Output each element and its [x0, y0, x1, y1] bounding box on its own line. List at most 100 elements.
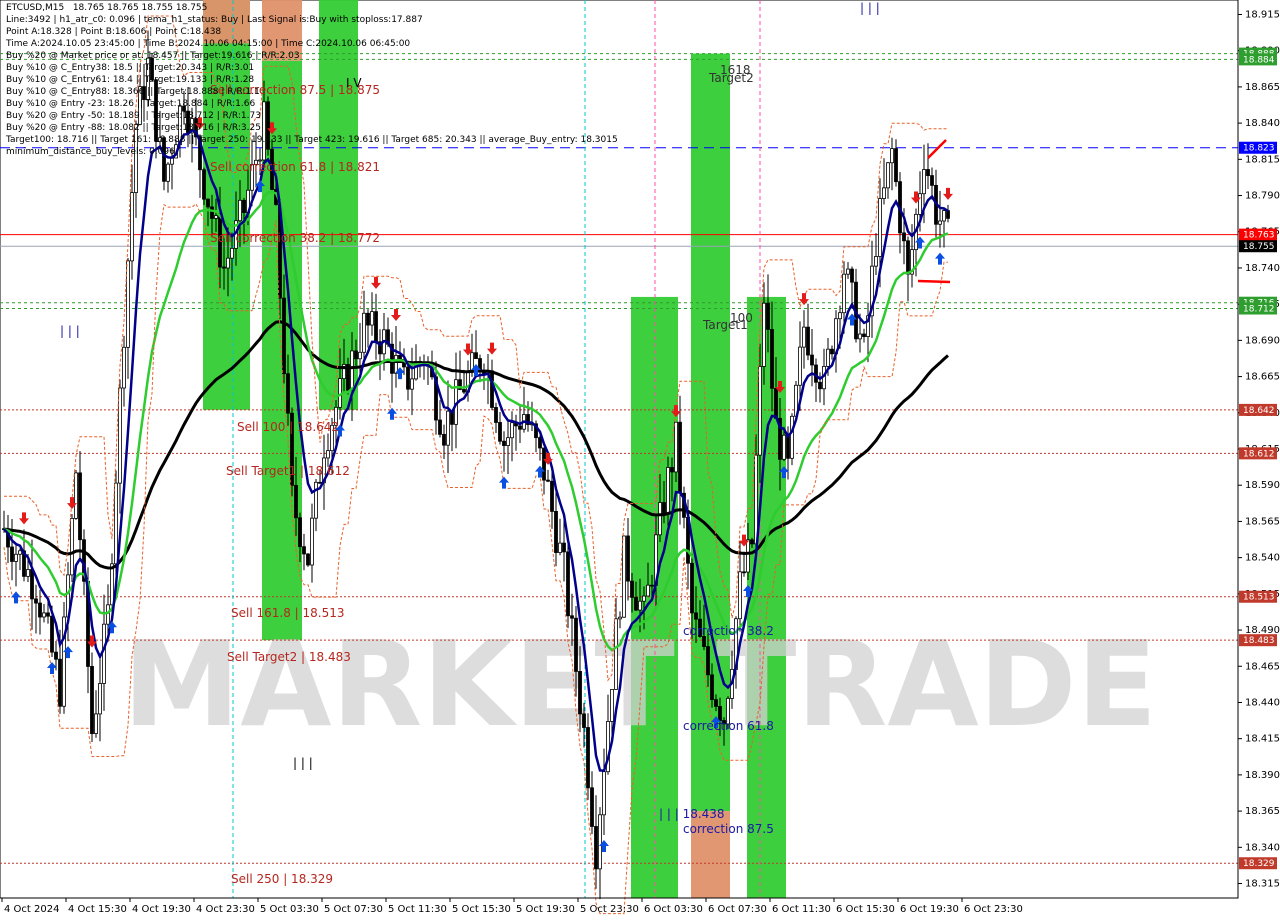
- candle-body: [306, 553, 310, 566]
- y-tick-label: 18.440: [1245, 697, 1280, 708]
- candle-body: [502, 440, 506, 446]
- candle-body: [438, 419, 442, 435]
- candle-body: [242, 199, 246, 214]
- candle-body: [518, 425, 522, 430]
- candle-body: [58, 658, 62, 707]
- candle-body: [94, 713, 98, 734]
- y-tick-label: 18.415: [1245, 734, 1280, 745]
- candle-body: [826, 348, 830, 367]
- candle-body: [770, 329, 774, 389]
- price-tag-label: 18.712: [1243, 305, 1275, 315]
- candle-body: [558, 542, 562, 553]
- candle-body: [790, 415, 794, 459]
- y-tick-label: 18.740: [1245, 263, 1280, 274]
- candle-body: [786, 434, 790, 459]
- candle-body: [774, 387, 778, 419]
- candle-body: [490, 370, 494, 408]
- candle-body: [210, 206, 214, 219]
- candle-body: [810, 354, 814, 366]
- y-tick-label: 18.590: [1245, 480, 1280, 491]
- candle-body: [926, 169, 930, 176]
- candle-body: [494, 407, 498, 423]
- price-tag-label: 18.755: [1243, 242, 1275, 252]
- level-label: | | |: [860, 1, 880, 15]
- level-label: Sell Target1 | 18.612: [226, 464, 350, 478]
- x-tick-label: 5 Oct 03:30: [260, 904, 319, 915]
- x-tick-label: 6 Oct 11:30: [772, 904, 831, 915]
- watermark-text: MARKET TRADE: [123, 615, 1157, 753]
- candle-body: [902, 232, 906, 242]
- candle-body: [874, 256, 878, 267]
- candle-body: [42, 612, 46, 618]
- candle-body: [310, 517, 314, 566]
- level-label: correction 38.2: [683, 624, 774, 638]
- x-tick-label: 4 Oct 15:30: [68, 904, 127, 915]
- candle-body: [858, 333, 862, 340]
- candle-body: [838, 312, 842, 320]
- x-tick-label: 6 Oct 15:30: [836, 904, 895, 915]
- y-tick-label: 18.340: [1245, 842, 1280, 853]
- candle: [306, 553, 310, 567]
- level-label: Sell 100 | 18.642: [237, 420, 339, 434]
- level-label: Sell 250 | 18.329: [231, 872, 333, 886]
- candle-body: [54, 651, 58, 660]
- candle-body: [630, 580, 634, 598]
- level-label: Sell correction 61.8 | 18.821: [210, 160, 380, 174]
- candle-body: [14, 553, 18, 562]
- candle-body: [758, 366, 762, 456]
- candle-body: [906, 240, 910, 275]
- y-tick-label: 18.815: [1245, 154, 1280, 165]
- candle-body: [894, 148, 898, 183]
- chart-window: MARKET TRADE Sell correction 87.5 | 18.87…: [0, 0, 1280, 920]
- candle-body: [598, 814, 602, 870]
- candle-body: [462, 389, 466, 393]
- x-tick-label: 5 Oct 15:30: [452, 904, 511, 915]
- y-tick-label: 18.690: [1245, 335, 1280, 346]
- candle-body: [942, 210, 946, 222]
- candle-body: [646, 584, 650, 597]
- candle-body: [578, 671, 582, 715]
- candle-body: [114, 482, 118, 565]
- candle-body: [886, 162, 890, 189]
- candle-body: [442, 433, 446, 446]
- x-tick-label: 5 Oct 07:30: [324, 904, 383, 915]
- candle-body: [666, 467, 670, 515]
- candle-body: [410, 378, 414, 390]
- candle-body: [694, 612, 698, 620]
- info-line: Buy %20 @ Entry -50: 18.189 || Target:18…: [6, 111, 261, 121]
- candle-body: [798, 346, 802, 386]
- candle-body: [50, 615, 54, 653]
- level-label: | | |: [293, 756, 313, 770]
- candle-body: [282, 297, 286, 375]
- price-tags: 18.88818.88418.82318.76318.75518.71618.7…: [1239, 47, 1277, 870]
- candle-body: [614, 618, 618, 690]
- level-label: correction 87.5: [683, 822, 774, 836]
- x-tick-label: 6 Oct 03:30: [644, 904, 703, 915]
- candle-body: [122, 346, 126, 389]
- info-line: Buy %10 @ C_Entry38: 18.5 || Target:20.3…: [6, 63, 255, 73]
- indicator-info-panel: ETCUSD,M15 18.765 18.765 18.755 18.755 L…: [6, 2, 618, 158]
- candle-body: [890, 148, 894, 164]
- candle-body: [222, 266, 226, 269]
- candle-body: [918, 193, 922, 215]
- candle-body: [474, 352, 478, 359]
- info-line: Buy %20 @ Entry -88: 18.082 || Target:18…: [6, 123, 261, 133]
- price-tag-label: 18.612: [1243, 449, 1275, 459]
- candle-body: [318, 481, 322, 484]
- x-tick-label: 4 Oct 19:30: [132, 904, 191, 915]
- candle-body: [370, 311, 374, 326]
- candle-body: [546, 479, 550, 482]
- candle-body: [30, 569, 34, 600]
- level-label: | | |: [60, 324, 80, 338]
- y-tick-label: 18.465: [1245, 661, 1280, 672]
- y-tick-label: 18.665: [1245, 372, 1280, 383]
- level-label: 1618: [720, 63, 751, 77]
- candle: [790, 413, 794, 466]
- candle-body: [18, 550, 22, 555]
- candle-body: [298, 517, 302, 548]
- y-tick-label: 18.865: [1245, 82, 1280, 93]
- price-tag-label: 18.823: [1243, 144, 1275, 154]
- info-line: Line:3492 | h1_atr_c0: 0.096 | tema_h1_s…: [6, 15, 423, 25]
- level-label: correction 61.8: [683, 719, 774, 733]
- candle-body: [882, 187, 886, 199]
